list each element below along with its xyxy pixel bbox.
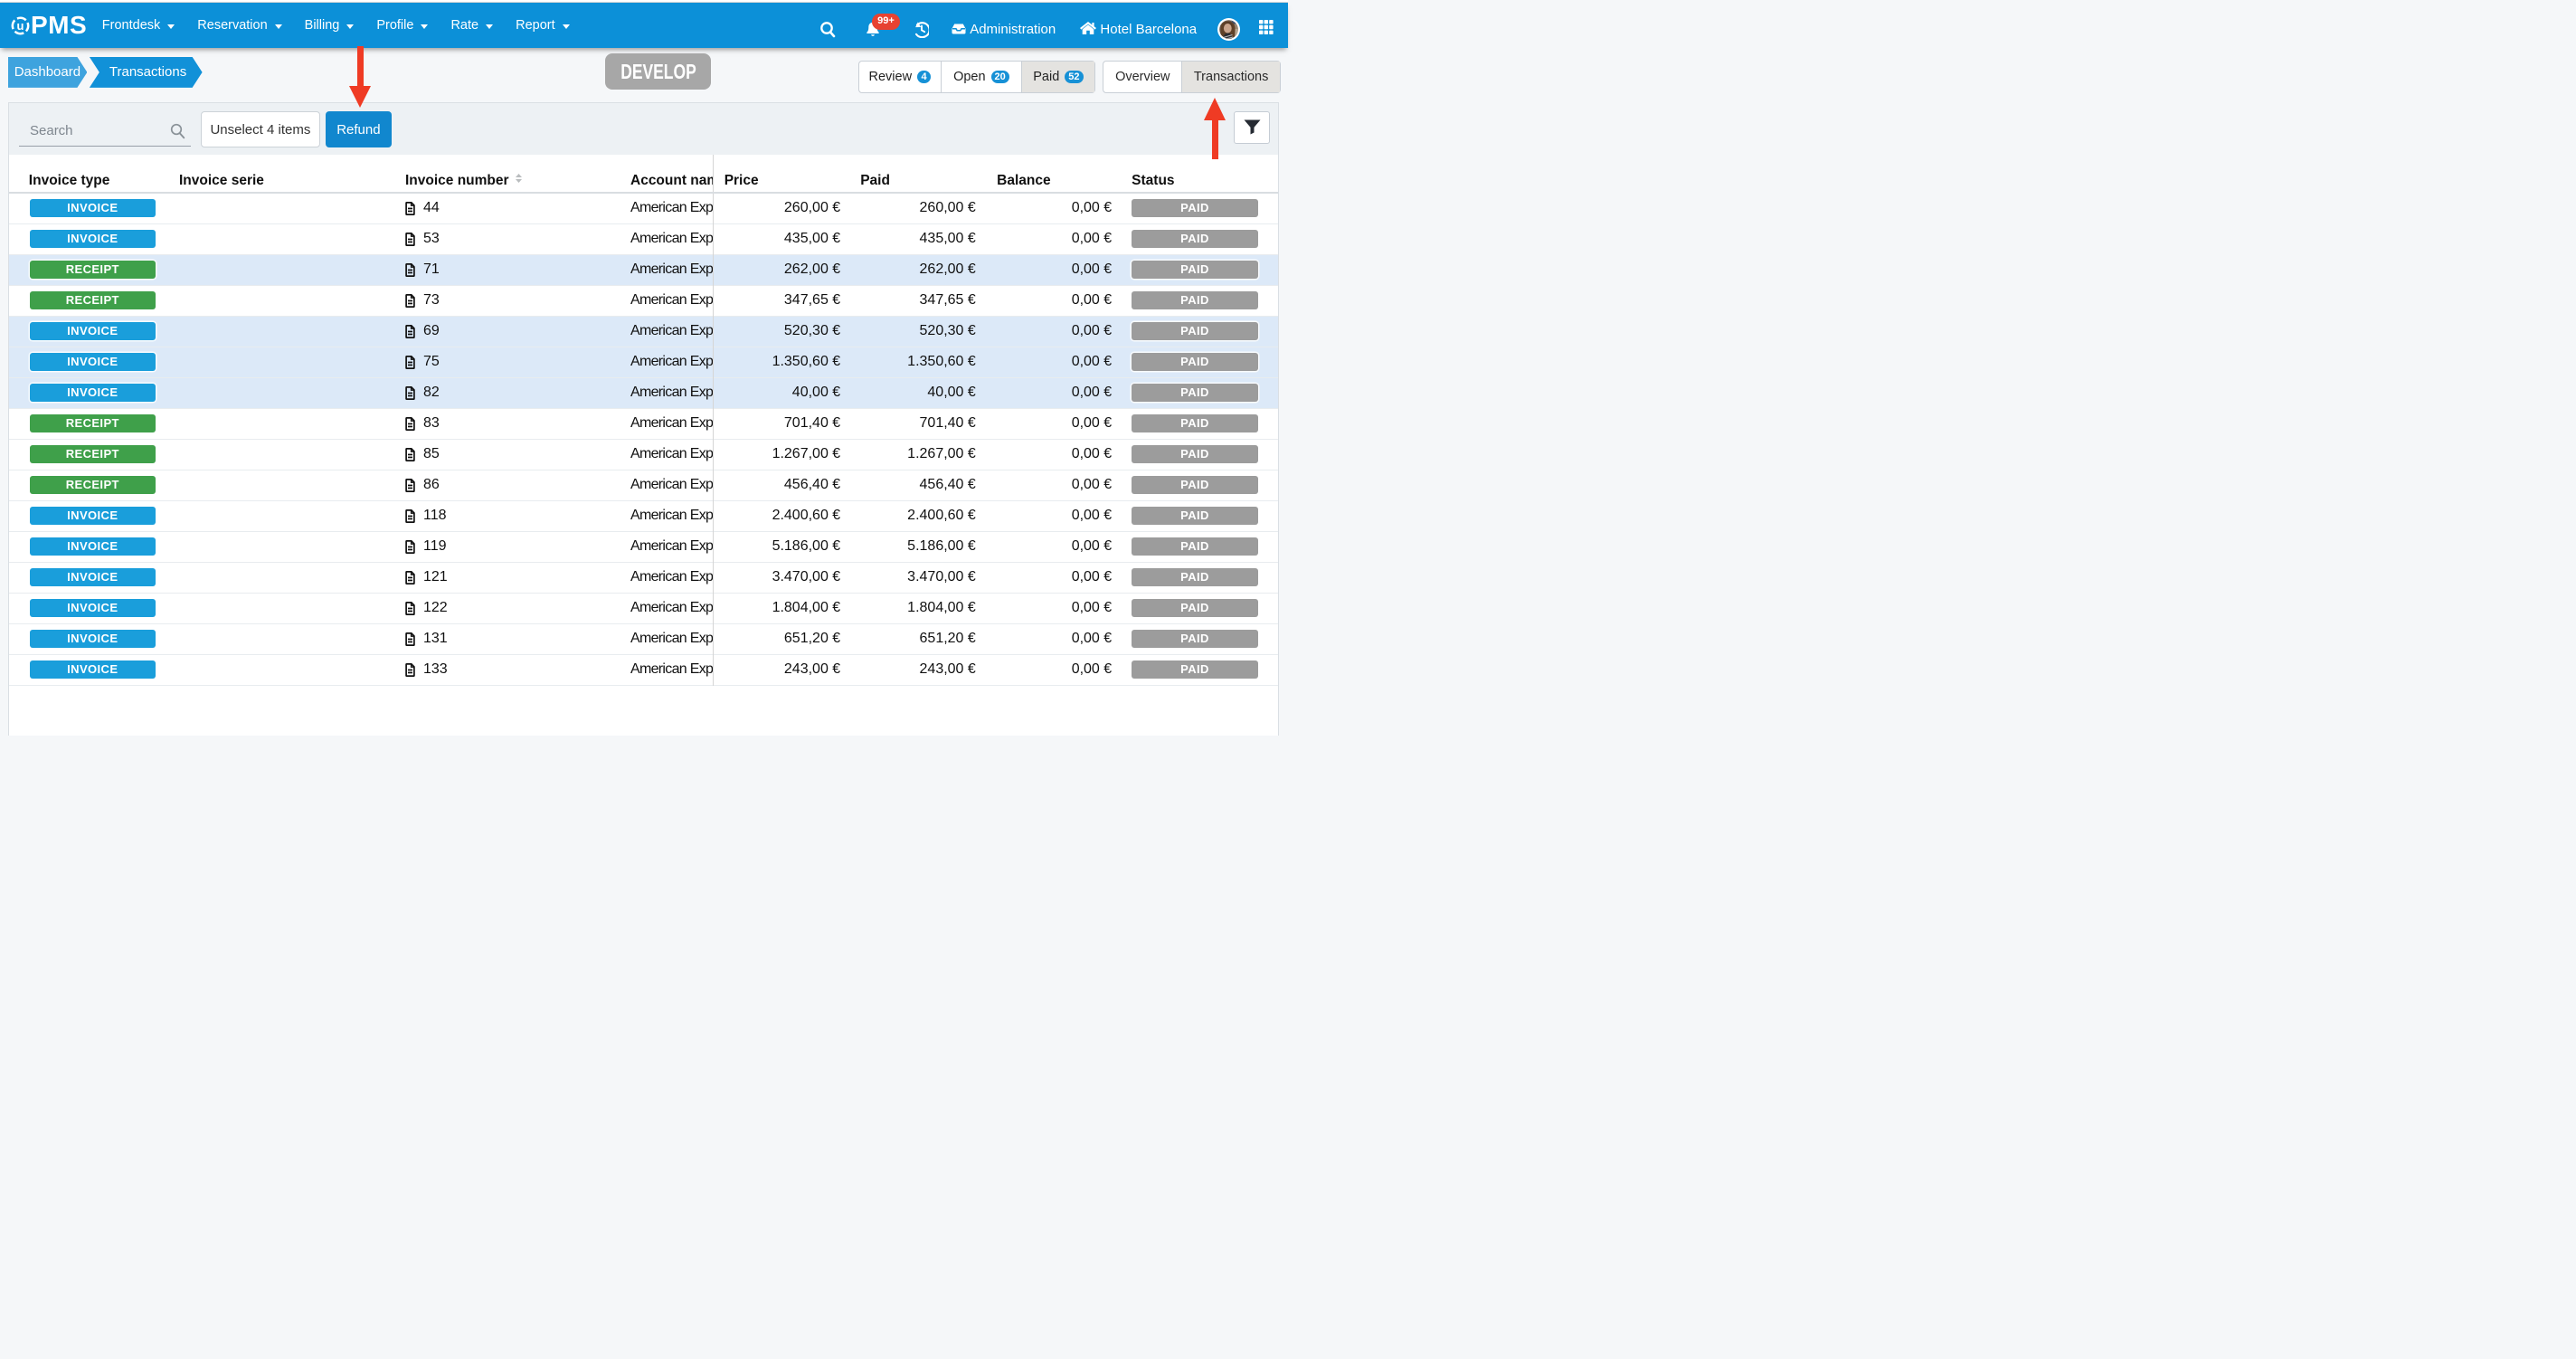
svg-text:u: u [17,19,24,33]
